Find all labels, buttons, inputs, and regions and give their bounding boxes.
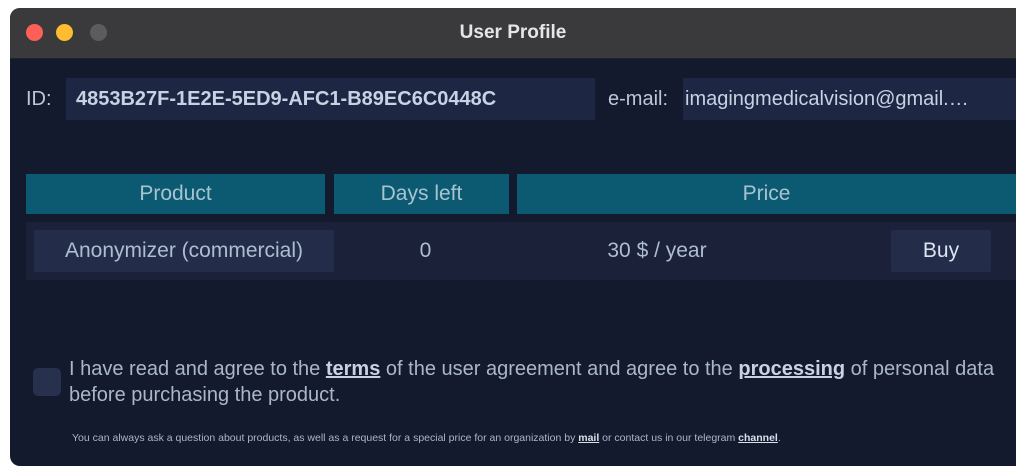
processing-link[interactable]: processing (738, 358, 845, 380)
id-label: ID: (26, 88, 52, 110)
buy-button[interactable]: Buy (891, 230, 991, 272)
window-title: User Profile (459, 22, 567, 43)
footer-text-part: . (777, 432, 781, 444)
footer-text-part: or contact us in our telegram (599, 432, 739, 444)
email-label: e-mail: (608, 88, 669, 110)
footer-text-part: You can always ask a question about prod… (72, 432, 579, 444)
column-header-days-left: Days left (334, 174, 509, 214)
email-field[interactable]: imagingmedicalvision@gmail.… (683, 78, 1016, 120)
column-header-product: Product (26, 174, 325, 214)
user-profile-window: User Profile ID: 4853B27F-1E2E-5ED9-AFC1… (10, 8, 1016, 466)
terms-link[interactable]: terms (326, 358, 380, 380)
agreement-text: I have read and agree to the terms of th… (69, 356, 999, 408)
agreement-text-part: of the user agreement and agree to the (380, 358, 739, 380)
channel-link[interactable]: channel (738, 432, 778, 444)
agreement-text-part: I have read and agree to the (69, 358, 326, 380)
footer-note: You can always ask a question about prod… (72, 432, 1012, 444)
mail-link[interactable]: mail (578, 432, 599, 444)
column-header-price: Price (517, 174, 1016, 214)
title-bar: User Profile (10, 8, 1016, 59)
days-left-cell: 0 (419, 239, 432, 262)
price-cell: 30 $ / year (607, 239, 707, 262)
agreement-checkbox[interactable] (33, 368, 61, 396)
product-name-cell: Anonymizer (commercial) (34, 230, 334, 272)
id-field[interactable]: 4853B27F-1E2E-5ED9-AFC1-B89EC6C0448C (66, 78, 595, 120)
